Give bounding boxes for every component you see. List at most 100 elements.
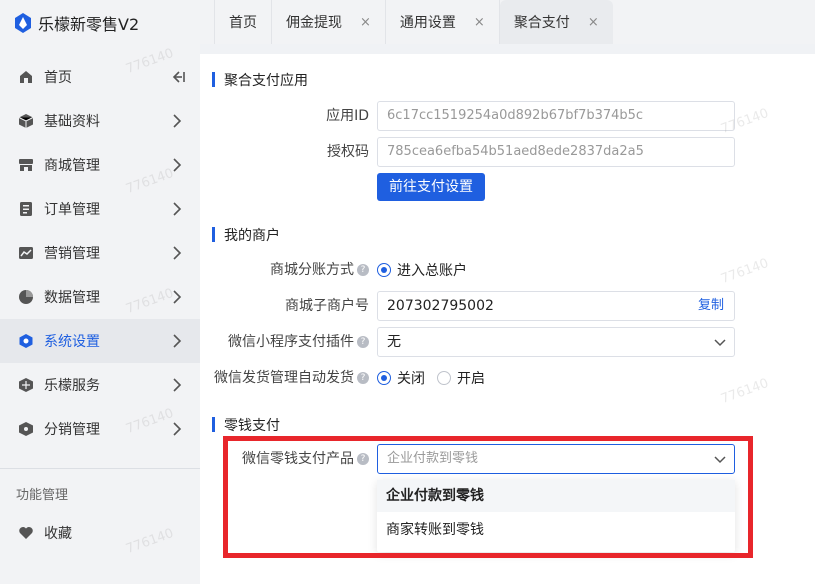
- help-icon[interactable]: ?: [357, 264, 369, 276]
- function-management-label: 功能管理: [16, 488, 69, 503]
- close-icon[interactable]: ×: [360, 16, 371, 29]
- mini-plugin-label: 微信小程序支付插件 ?: [228, 327, 369, 357]
- chevron-right-icon: [172, 333, 182, 349]
- tab-label: 聚合支付: [513, 15, 570, 31]
- sidebar-item-home[interactable]: 首页: [0, 55, 200, 99]
- sidebar-item-label: 首页: [44, 70, 72, 86]
- highlight-box: [223, 436, 753, 558]
- app-id-label: 应用ID: [326, 108, 369, 124]
- store-icon: [18, 157, 34, 173]
- auth-code-input[interactable]: 785cea6efba54b51aed8ede2837da2a5: [377, 137, 735, 167]
- order-icon: [18, 201, 34, 217]
- mini-plugin-select[interactable]: 无: [377, 327, 735, 357]
- app-title: 乐檬新零售V2: [38, 15, 140, 34]
- tab-label: 佣金提现: [286, 15, 342, 31]
- cube-icon: [18, 113, 34, 129]
- radio-label: 关闭: [397, 371, 425, 387]
- chevron-right-icon: [172, 113, 182, 129]
- marketing-icon: [18, 245, 34, 261]
- sidebar-item-label: 数据管理: [44, 290, 100, 306]
- sidebar-item-basic-data[interactable]: 基础资料: [0, 99, 200, 143]
- chevron-right-icon: [172, 377, 182, 393]
- section-title-my-merchant: 我的商户: [212, 225, 280, 245]
- sub-merchant-input[interactable]: 207302795002 复制: [377, 291, 735, 321]
- sidebar-nav: 首页 基础资料 商城管理 订单管理 营销管理 数据管理 系统设置 乐檬服务 分销…: [0, 55, 200, 451]
- sidebar: 乐檬新零售V2 首页 基础资料 商城管理 订单管理 营销管理 数据管理 系统设置…: [0, 0, 200, 584]
- sidebar-item-marketing[interactable]: 营销管理: [0, 231, 200, 275]
- app-id-input[interactable]: 6c17cc1519254a0d892b67bf7b374b5c: [377, 101, 735, 131]
- section-title-change-payment: 零钱支付: [212, 415, 280, 435]
- tab-general-settings[interactable]: 通用设置 ×: [386, 0, 500, 44]
- tab-aggregate-payment[interactable]: 聚合支付 ×: [499, 0, 613, 44]
- chevron-right-icon: [172, 245, 182, 261]
- row-app-id: 应用ID 6c17cc1519254a0d892b67bf7b374b5c: [200, 101, 815, 131]
- app-logo: 乐檬新零售V2: [14, 11, 139, 35]
- lemon-logo-icon: [14, 13, 32, 33]
- sidebar-item-label: 分销管理: [44, 422, 100, 438]
- chevron-right-icon: [172, 289, 182, 305]
- auto-ship-radio-group: 关闭 开启: [377, 363, 497, 393]
- row-split-mode: 商城分账方式 ? 进入总账户: [200, 255, 815, 285]
- radio-main-account[interactable]: 进入总账户: [377, 260, 467, 280]
- split-mode-label: 商城分账方式 ?: [270, 255, 369, 285]
- row-auth-code: 授权码 785cea6efba54b51aed8ede2837da2a5: [200, 137, 815, 167]
- help-icon[interactable]: ?: [357, 372, 369, 384]
- sidebar-item-orders[interactable]: 订单管理: [0, 187, 200, 231]
- sidebar-item-mall[interactable]: 商城管理: [0, 143, 200, 187]
- sub-merchant-label: 商城子商户号: [285, 298, 369, 314]
- sidebar-item-favorites[interactable]: 收藏: [0, 512, 200, 554]
- chevron-right-icon: [172, 421, 182, 437]
- sub-merchant-value: 207302795002: [387, 298, 494, 314]
- service-icon: [18, 377, 34, 393]
- radio-dot: [377, 263, 391, 277]
- radio-dot: [377, 371, 391, 385]
- mini-plugin-value: 无: [387, 334, 401, 350]
- radio-auto-ship-on[interactable]: 开启: [437, 368, 485, 388]
- radio-label: 开启: [457, 371, 485, 387]
- tab-label: 通用设置: [399, 15, 456, 31]
- sidebar-item-label: 基础资料: [44, 114, 100, 130]
- split-mode-label-text: 商城分账方式: [270, 262, 354, 278]
- auto-ship-label-text: 微信发货管理自动发货: [214, 370, 354, 386]
- sidebar-item-label: 乐檬服务: [44, 378, 100, 394]
- row-auto-ship: 微信发货管理自动发货 ? 关闭 开启: [200, 363, 815, 393]
- tab-home[interactable]: 首页: [214, 0, 272, 44]
- go-to-payment-settings-button[interactable]: 前往支付设置: [377, 173, 485, 201]
- close-icon[interactable]: ×: [588, 16, 599, 29]
- chevron-down-icon: [714, 337, 726, 347]
- row-sub-merchant: 商城子商户号 207302795002 复制: [200, 291, 815, 321]
- radio-dot: [437, 371, 451, 385]
- row-mini-plugin: 微信小程序支付插件 ? 无: [200, 327, 815, 357]
- chevron-right-icon: [172, 157, 182, 173]
- chevron-right-icon: [172, 201, 182, 217]
- auto-ship-label: 微信发货管理自动发货 ?: [214, 363, 369, 393]
- sidebar-item-distribution[interactable]: 分销管理: [0, 407, 200, 451]
- help-icon[interactable]: ?: [357, 336, 369, 348]
- sidebar-item-label: 系统设置: [44, 334, 100, 350]
- section-title-aggregate-app: 聚合支付应用: [212, 70, 308, 90]
- sidebar-item-label: 订单管理: [44, 202, 100, 218]
- collapse-sidebar-icon[interactable]: [170, 69, 186, 85]
- settings-hexagon-icon: [18, 333, 34, 349]
- sidebar-item-lemon-service[interactable]: 乐檬服务: [0, 363, 200, 407]
- home-icon: [18, 69, 34, 85]
- pie-chart-icon: [18, 289, 34, 305]
- sidebar-divider: [0, 468, 200, 469]
- sidebar-item-label: 商城管理: [44, 158, 100, 174]
- tab-label: 首页: [229, 15, 257, 31]
- sidebar-item-data[interactable]: 数据管理: [0, 275, 200, 319]
- sidebar-item-label: 营销管理: [44, 246, 100, 262]
- sidebar-item-label: 收藏: [44, 526, 72, 542]
- heart-icon: [18, 525, 34, 541]
- copy-link[interactable]: 复制: [698, 292, 724, 320]
- radio-auto-ship-off[interactable]: 关闭: [377, 368, 425, 388]
- distribution-icon: [18, 421, 34, 437]
- tab-bar: 首页 佣金提现 × 通用设置 × 聚合支付 ×: [200, 0, 815, 44]
- auth-code-label: 授权码: [327, 144, 369, 160]
- close-icon[interactable]: ×: [474, 16, 485, 29]
- sidebar-item-system-settings[interactable]: 系统设置: [0, 319, 200, 363]
- mini-plugin-label-text: 微信小程序支付插件: [228, 334, 354, 350]
- radio-label: 进入总账户: [397, 263, 467, 279]
- split-mode-radio-group: 进入总账户: [377, 255, 479, 285]
- tab-commission-withdrawal[interactable]: 佣金提现 ×: [272, 0, 386, 44]
